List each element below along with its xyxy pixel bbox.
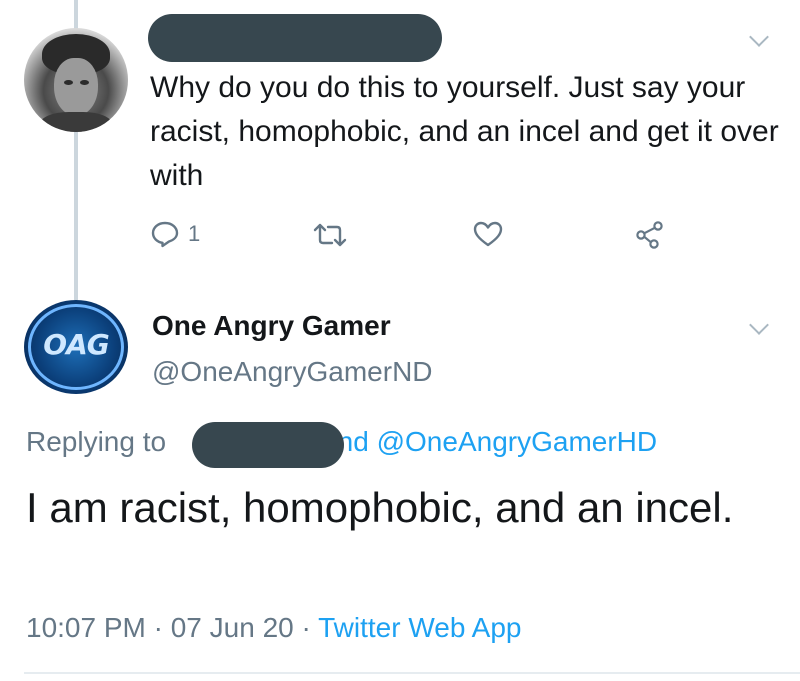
tweet-timestamp[interactable]: 10:07 PM · 07 Jun 20 · (26, 612, 318, 643)
reply-button[interactable]: 1 (150, 220, 200, 248)
reply-author-avatar[interactable] (24, 28, 128, 132)
replying-to-label: Replying to (26, 426, 167, 457)
divider (24, 672, 800, 674)
retweet-button[interactable] (312, 222, 348, 248)
avatar-logo: OAG (43, 328, 109, 361)
avatar-body (40, 112, 112, 132)
heart-icon (473, 221, 503, 247)
chevron-down-icon[interactable] (749, 27, 769, 47)
author-handle[interactable]: @OneAngryGamerND (152, 356, 433, 388)
like-button[interactable] (472, 220, 504, 248)
tweet-source-link[interactable]: Twitter Web App (318, 612, 521, 643)
tweet-meta: 10:07 PM · 07 Jun 20 · Twitter Web App (26, 612, 521, 644)
chevron-down-icon[interactable] (749, 315, 769, 335)
redacted-username (148, 14, 442, 62)
redacted-mention (192, 422, 344, 468)
share-icon (636, 221, 663, 249)
avatar-face (54, 58, 98, 116)
main-tweet-text: I am racist, homophobic, and an incel. (26, 484, 734, 531)
retweet-icon (313, 223, 347, 247)
reply-icon (151, 221, 179, 248)
reply-count: 1 (188, 221, 201, 246)
avatar-eye (64, 80, 73, 85)
avatar-eye (80, 80, 89, 85)
mention-link[interactable]: @OneAngryGamerHD (377, 426, 658, 457)
share-button[interactable] (634, 220, 664, 250)
main-author-avatar[interactable]: OAG (24, 300, 128, 394)
reply-tweet-text: Why do you do this to yourself. Just say… (150, 71, 779, 192)
reply-tweet-actions: 1 (0, 214, 800, 254)
author-display-name[interactable]: One Angry Gamer (152, 310, 391, 342)
